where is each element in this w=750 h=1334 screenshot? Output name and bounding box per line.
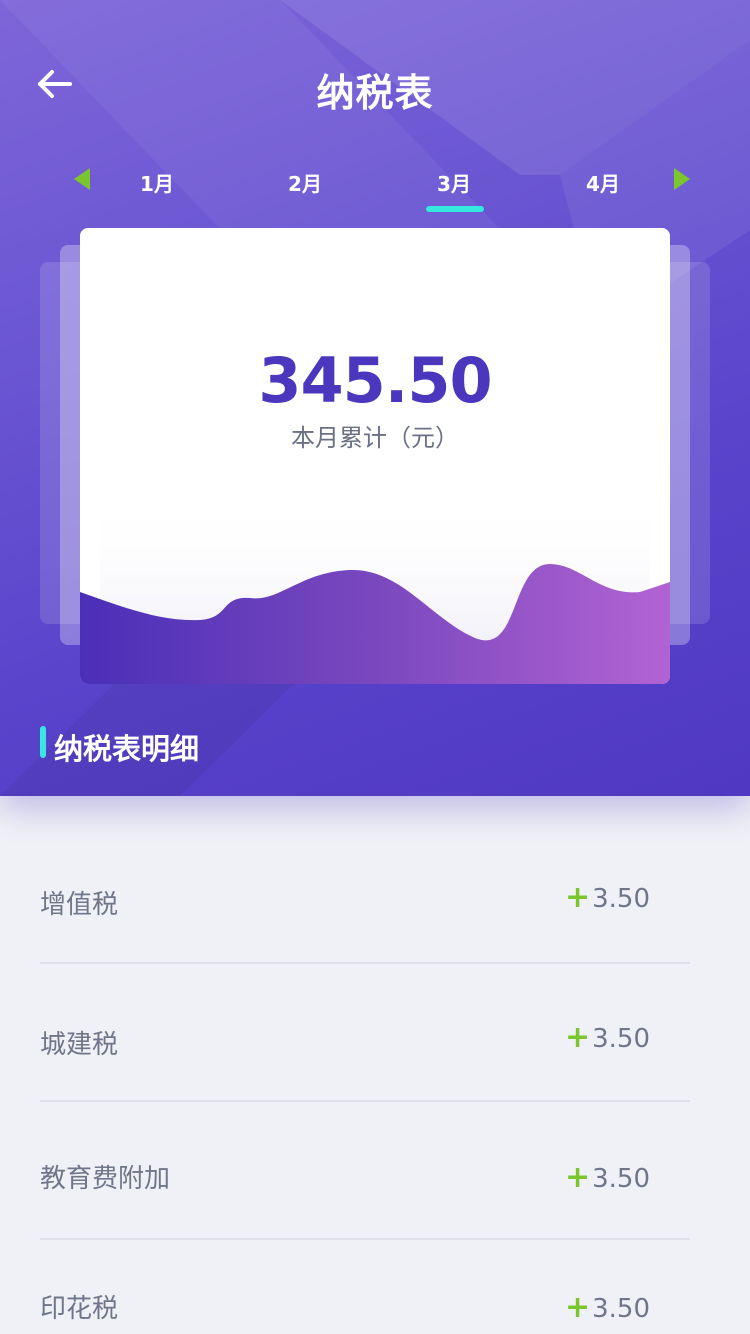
tax-item-row[interactable]: 城建税 +3.50 (40, 986, 690, 1096)
tax-item-row[interactable]: 教育费附加 +3.50 (40, 1122, 690, 1232)
tax-item-amount: 3.50 (592, 1294, 650, 1324)
month-tab-4[interactable]: 4月 (558, 168, 648, 197)
month-tab-3-selected[interactable]: 3月 (409, 168, 499, 197)
tax-item-value: +3.50 (565, 880, 650, 915)
tax-item-name: 城建税 (40, 1030, 119, 1060)
tax-item-name: 印花税 (40, 1294, 119, 1324)
section-title: 纳税表明细 (54, 732, 200, 766)
plus-icon: + (564, 880, 591, 915)
prev-month-button[interactable] (74, 168, 90, 190)
tax-item-amount: 3.50 (592, 884, 650, 914)
row-divider (40, 1100, 690, 1102)
tax-item-value: +3.50 (565, 1160, 650, 1195)
tax-item-name: 教育费附加 (40, 1164, 171, 1194)
monthly-total-label: 本月累计（元） (291, 424, 459, 452)
selected-month-indicator (426, 206, 484, 212)
tax-item-amount: 3.50 (592, 1024, 650, 1054)
tax-item-value: +3.50 (565, 1290, 650, 1325)
tax-item-row[interactable]: 增值税 +3.50 (40, 846, 690, 956)
page-title: 纳税表 (316, 71, 434, 115)
tax-item-value: +3.50 (565, 1020, 650, 1055)
month-tab-2[interactable]: 2月 (260, 168, 350, 197)
plus-icon: + (564, 1160, 591, 1195)
plus-icon: + (564, 1290, 591, 1325)
month-tab-1[interactable]: 1月 (112, 168, 202, 197)
tax-item-name: 增值税 (40, 890, 119, 920)
plus-icon: + (564, 1020, 591, 1055)
summary-card: 345.50 本月累计（元） (80, 228, 670, 684)
wave-illustration (80, 498, 670, 684)
tax-item-row[interactable]: 印花税 +3.50 (40, 1254, 690, 1334)
monthly-total-amount: 345.50 (258, 344, 492, 417)
tax-item-amount: 3.50 (592, 1164, 650, 1194)
row-divider (40, 1238, 690, 1240)
row-divider (40, 962, 690, 964)
section-marker (40, 726, 46, 758)
header-panel: 纳税表 1月 2月 3月 4月 345.50 本月累计（元） 纳税表明细 (0, 0, 750, 796)
next-month-button[interactable] (674, 168, 690, 190)
